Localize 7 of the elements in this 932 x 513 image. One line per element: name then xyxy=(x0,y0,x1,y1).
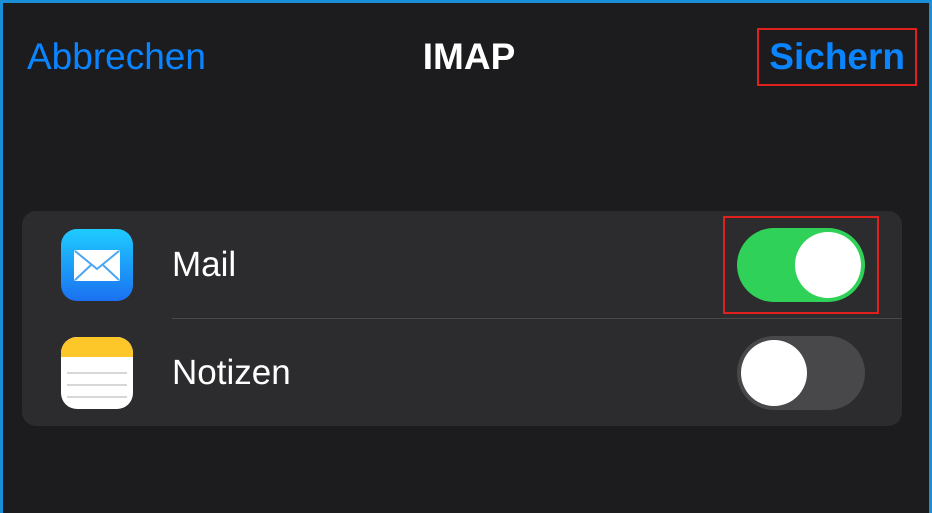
save-link[interactable]: Sichern xyxy=(759,30,915,84)
cancel-link[interactable]: Abbrechen xyxy=(23,34,210,80)
notepad-icon xyxy=(61,336,133,408)
envelope-icon xyxy=(61,228,133,300)
screen-title: IMAP xyxy=(422,36,516,78)
row-label: Notizen xyxy=(172,352,292,392)
row-label: Mail xyxy=(172,244,238,284)
